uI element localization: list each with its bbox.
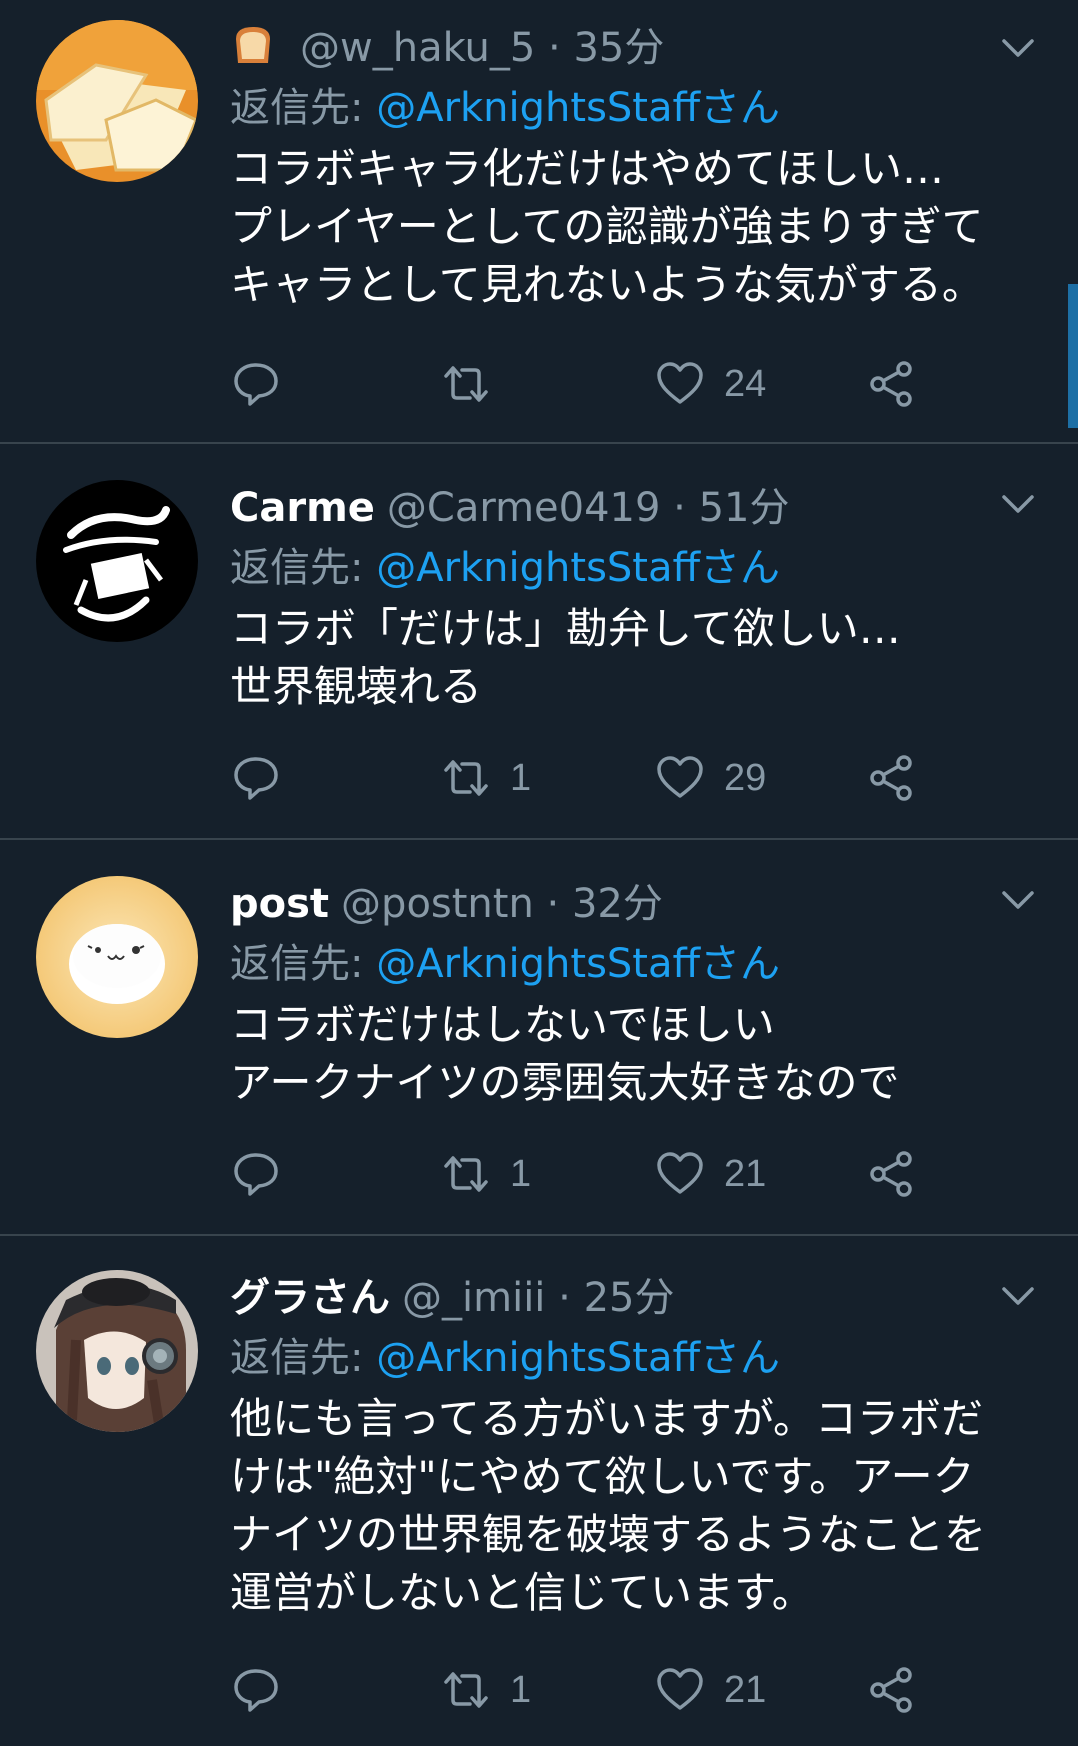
like-count: 21 xyxy=(724,1668,767,1711)
share-button[interactable] xyxy=(866,354,918,414)
like-button[interactable]: 21 xyxy=(654,1144,766,1204)
heart-icon xyxy=(657,1668,703,1710)
tweet[interactable]: グラさん @_imiii · 25分 返信先: @ArknightsStaffさん… xyxy=(0,1236,1078,1746)
avatar[interactable] xyxy=(36,1270,198,1432)
timestamp[interactable]: · 32分 xyxy=(547,881,663,927)
reply-to: 返信先: @ArknightsStaffさん xyxy=(230,932,1040,996)
handle[interactable]: @w_haku_5 xyxy=(300,25,535,71)
retweet-count: 1 xyxy=(510,1152,532,1195)
handle[interactable]: @postntn xyxy=(341,881,534,927)
tweet-actions: 1 21 xyxy=(230,1660,930,1720)
chevron-down-icon[interactable] xyxy=(998,1276,1038,1316)
tweet[interactable]: Carme @Carme0419 · 51分 返信先: @ArknightsSta… xyxy=(0,444,1078,840)
retweet-button[interactable]: 1 xyxy=(440,748,531,808)
retweet-button[interactable] xyxy=(440,354,510,414)
reply-icon xyxy=(234,1669,278,1712)
avatar[interactable] xyxy=(36,876,198,1038)
reply-button[interactable] xyxy=(230,1144,300,1204)
reply-mention[interactable]: @ArknightsStaffさん xyxy=(376,85,780,131)
share-icon xyxy=(870,755,912,801)
display-name[interactable]: グラさん xyxy=(230,1275,390,1321)
reply-button[interactable] xyxy=(230,748,300,808)
timestamp[interactable]: · 25分 xyxy=(558,1275,674,1321)
avatar[interactable] xyxy=(36,20,198,182)
retweet-button[interactable]: 1 xyxy=(440,1144,531,1204)
like-button[interactable]: 29 xyxy=(654,748,766,808)
reply-to: 返信先: @ArknightsStaffさん xyxy=(230,76,1040,140)
share-button[interactable] xyxy=(866,1144,918,1204)
chevron-down-icon[interactable] xyxy=(998,484,1038,524)
tweet-actions: 1 21 xyxy=(230,1144,930,1204)
reply-to: 返信先: @ArknightsStaffさん xyxy=(230,536,1040,600)
tweet[interactable]: post @postntn · 32分 返信先: @ArknightsStaffさ… xyxy=(0,840,1078,1236)
tweet-text: 他にも言ってる方がいますが。コラボだ けは"絶対"にやめて欲しいです。アーク ナ… xyxy=(230,1394,987,1617)
tweet-header: post @postntn · 32分 xyxy=(230,876,1040,932)
like-count: 24 xyxy=(724,362,767,405)
timestamp[interactable]: · 51分 xyxy=(673,485,789,531)
tweet-actions: 24 xyxy=(230,354,930,414)
chevron-down-icon[interactable] xyxy=(998,28,1038,68)
reply-icon xyxy=(234,757,278,800)
chevron-down-icon[interactable] xyxy=(998,880,1038,920)
timestamp[interactable]: · 35分 xyxy=(548,25,664,71)
reply-label: 返信先: xyxy=(230,545,377,591)
share-button[interactable] xyxy=(866,748,918,808)
reply-label: 返信先: xyxy=(230,1335,377,1381)
retweet-icon xyxy=(444,1672,488,1708)
retweet-icon xyxy=(444,1156,488,1192)
handle[interactable]: @Carme0419 xyxy=(387,485,661,531)
tweet-text: コラボキャラ化だけはやめてほしい… プレイヤーとしての認識が強まりすぎて キャラ… xyxy=(230,144,984,309)
reply-label: 返信先: xyxy=(230,85,377,131)
avatar[interactable] xyxy=(36,480,198,642)
tweet-header: グラさん @_imiii · 25分 xyxy=(230,1270,1040,1326)
reply-to: 返信先: @ArknightsStaffさん xyxy=(230,1326,1040,1390)
tweet-header: Carme @Carme0419 · 51分 xyxy=(230,480,1040,536)
retweet-button[interactable]: 1 xyxy=(440,1660,531,1720)
reply-mention[interactable]: @ArknightsStaffさん xyxy=(376,1335,780,1381)
tweet-header: @w_haku_5 · 35分 xyxy=(230,20,1040,76)
share-button[interactable] xyxy=(866,1660,918,1720)
heart-icon xyxy=(657,362,703,404)
tweet-text: コラボ「だけは」勘弁して欲しい… 世界観壊れる xyxy=(230,604,901,711)
share-icon xyxy=(870,1667,912,1713)
tweet-feed: @w_haku_5 · 35分 返信先: @ArknightsStaffさん コ… xyxy=(0,0,1078,1746)
reply-icon xyxy=(234,363,278,406)
tweet-actions: 1 29 xyxy=(230,748,930,808)
retweet-icon xyxy=(444,366,488,402)
like-count: 29 xyxy=(724,756,767,799)
display-name[interactable]: Carme xyxy=(230,485,375,531)
heart-icon xyxy=(657,756,703,798)
like-count: 21 xyxy=(724,1152,767,1195)
reply-mention[interactable]: @ArknightsStaffさん xyxy=(376,941,780,987)
scrollbar[interactable] xyxy=(1068,284,1078,428)
retweet-count: 1 xyxy=(510,1668,532,1711)
reply-label: 返信先: xyxy=(230,941,377,987)
reply-button[interactable] xyxy=(230,1660,300,1720)
reply-mention[interactable]: @ArknightsStaffさん xyxy=(376,545,780,591)
tweet[interactable]: @w_haku_5 · 35分 返信先: @ArknightsStaffさん コ… xyxy=(0,0,1078,444)
share-icon xyxy=(870,361,912,407)
retweet-icon xyxy=(444,760,488,796)
retweet-count: 1 xyxy=(510,756,532,799)
handle[interactable]: @_imiii xyxy=(402,1275,545,1321)
heart-icon xyxy=(657,1152,703,1194)
bread-icon xyxy=(230,24,276,64)
like-button[interactable]: 21 xyxy=(654,1660,766,1720)
tweet-text: コラボだけはしないでほしい アークナイツの雰囲気大好きなので xyxy=(230,1000,900,1107)
like-button[interactable]: 24 xyxy=(654,354,766,414)
reply-button[interactable] xyxy=(230,354,300,414)
reply-icon xyxy=(234,1153,278,1196)
share-icon xyxy=(870,1151,912,1197)
display-name[interactable]: post xyxy=(230,881,329,927)
